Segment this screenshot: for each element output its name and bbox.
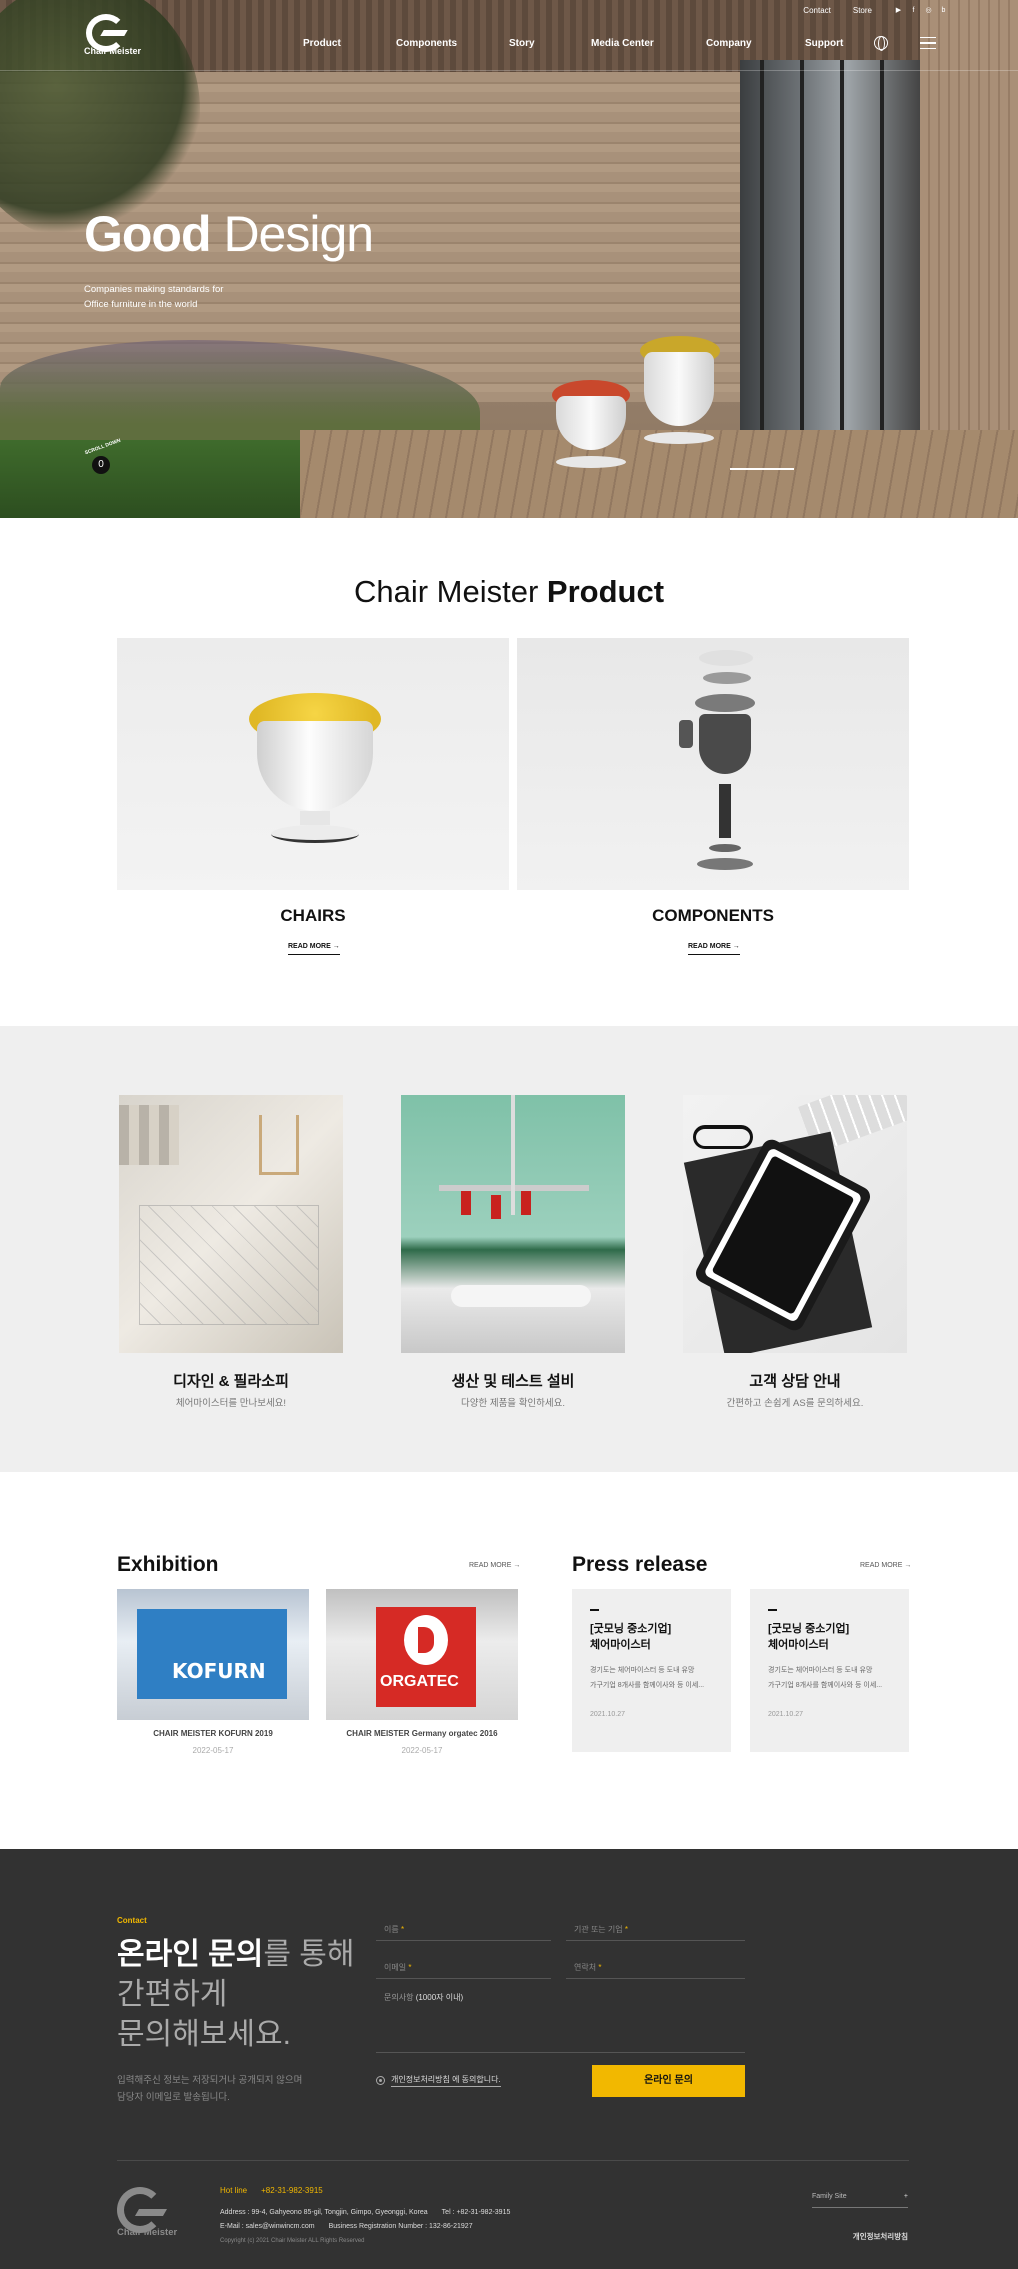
feature-desc-consulting: 간편하고 손쉽게 AS를 문의하세요. [726,1398,864,1409]
menu-item-support[interactable]: Support [805,38,843,49]
product-section-title: Chair Meister Product [0,574,1018,610]
facebook-icon[interactable]: f [909,6,918,15]
feature-title-design: 디자인 & 필라소피 [173,1373,289,1390]
privacy-agree-checkbox[interactable]: 개인정보처리방침 에 동의합니다. [376,2074,501,2087]
press-desc: 경기도는 체어마이스터 등 도내 유망 가구기업 8개사를 함께이사와 등 이세.… [768,1667,883,1689]
press-desc: 경기도는 체어마이스터 등 도내 유망 가구기업 8개사를 함께이사와 등 이세.… [590,1667,705,1689]
components-card-image[interactable] [517,638,909,890]
exhibition-date: 2022-05-17 [192,1746,234,1755]
press-date: 2021.10.27 [590,1711,626,1718]
contact-note: 입력해주신 정보는 저장되거나 공개되지 않으며 담당자 이메일로 발송됩니다. [117,2075,303,2103]
exhibition-caption[interactable]: CHAIR MEISTER KOFURN 2019 [117,1729,309,1738]
top-navigation: Chair Meister Contact Store ▶ f ◎ b Prod… [0,0,1018,70]
hero-glass-door [740,60,920,480]
components-title: COMPONENTS [652,906,774,925]
privacy-policy-link[interactable]: 개인정보처리방침 [800,2231,908,2242]
product-title-light: Chair Meister [353,574,539,609]
menu-item-product[interactable]: Product [303,38,341,49]
instagram-icon[interactable]: ◎ [924,6,933,15]
press-title: [굿모닝 중소기업] 체어마이스터 [768,1623,850,1651]
feature-title-consulting: 고객 상담 안내 [749,1373,841,1390]
design-philosophy-image[interactable] [119,1095,343,1353]
press-card[interactable]: [굿모닝 중소기업] 체어마이스터 경기도는 체어마이스터 등 도내 유망 가구기업… [572,1589,731,1752]
blog-icon[interactable]: b [939,6,948,15]
company-field[interactable]: 기관 또는 기업 * [566,1918,745,1941]
plus-icon: + [903,2193,908,2200]
phone-field[interactable]: 연락처 * [566,1956,745,1979]
hero-title-bold: Good [84,206,212,262]
email-field[interactable]: 이메일 * [376,1956,551,1979]
scroll-down-indicator[interactable]: SCROLL DOWN 0 [84,438,122,478]
site-logo[interactable]: Chair Meister [84,12,144,62]
contact-link[interactable]: Contact [803,6,831,15]
online-inquiry-submit-button[interactable]: 온라인 문의 [592,2065,745,2097]
contact-tag: Contact [117,1916,147,1925]
nav-divider [0,70,1018,71]
kofurn-booth-text: KOFURN [172,1659,266,1683]
footer-logo-mark-icon [117,2187,163,2233]
hero-subtitle: Companies making standards for Office fu… [84,282,244,312]
message-textarea[interactable]: 문의사항 (1000자 이내) [384,1992,463,2003]
footer-address: Address : 99-4, Gahyeono 85-gil, Tongjin… [220,2209,511,2230]
language-globe-icon[interactable] [874,36,888,51]
slider-progress-bar[interactable] [730,468,794,470]
customer-service-image[interactable] [683,1095,907,1353]
footer-divider [117,2160,909,2161]
press-card[interactable]: [굿모닝 중소기업] 체어마이스터 경기도는 체어마이스터 등 도내 유망 가구기업… [750,1589,909,1752]
exhibition-item-image[interactable]: KOFURN [117,1589,309,1720]
hero-stool-yellow [640,336,720,444]
youtube-icon[interactable]: ▶ [894,6,903,15]
agree-label[interactable]: 개인정보처리방침 에 동의합니다. [391,2074,501,2087]
press-dash [768,1609,777,1611]
logo-mark-icon [84,12,126,52]
contact-heading: 온라인 문의를 통해 간편하게 문의해보세요. [117,1938,355,2051]
hamburger-menu-icon[interactable] [920,37,936,49]
orgatec-booth-text: ORGATEC [380,1673,459,1690]
yellow-stool-image [249,693,381,843]
family-site-select[interactable]: Family Site + [812,2193,908,2208]
product-title-bold: Product [546,574,665,609]
menu-item-story[interactable]: Story [509,38,535,49]
hotline: Hot line +82-31-982-3915 [220,2186,323,2195]
exhibition-read-more-link[interactable]: READ MORE → [469,1562,520,1569]
hero-stool-red [552,380,630,468]
chairs-title: CHAIRS [280,906,346,925]
name-field[interactable]: 이름 * [376,1918,551,1941]
hero-subtitle-line2: Office furniture in the world [84,299,198,310]
hero-subtitle-line1: Companies making standards for [84,284,224,295]
footer-copyright: Copyright (c) 2021 Chair Meister ALL Rig… [220,2238,365,2244]
hero-title-light: Design [223,206,374,262]
social-icons: ▶ f ◎ b [894,6,948,15]
production-test-image[interactable] [401,1095,625,1353]
menu-item-components[interactable]: Components [396,38,457,49]
exhibition-item-image[interactable]: ORGATEC [326,1589,518,1720]
press-title: [굿모닝 중소기업] 체어마이스터 [590,1623,672,1651]
message-divider [376,2052,745,2053]
footer-logo[interactable]: Chair Meister [117,2187,197,2243]
menu-item-company[interactable]: Company [706,38,752,49]
press-dash [590,1609,599,1611]
feature-desc-production: 다양한 제품을 확인하세요. [460,1398,566,1409]
hero-title: Good Design [84,205,374,263]
utility-links: Contact Store ▶ f ◎ b [803,6,948,15]
press-heading: Press release [572,1553,708,1576]
chairs-card-image[interactable] [117,638,509,890]
store-link[interactable]: Store [853,6,872,15]
components-read-more-link[interactable]: READ MORE → [688,943,740,955]
radio-icon[interactable] [376,2076,385,2085]
exhibition-heading: Exhibition [117,1553,219,1576]
exhibition-caption[interactable]: CHAIR MEISTER Germany orgatec 2016 [326,1729,518,1738]
press-date: 2021.10.27 [768,1711,804,1718]
exploded-components-image [679,650,765,880]
press-read-more-link[interactable]: READ MORE → [860,1562,911,1569]
feature-title-production: 생산 및 테스트 설비 [451,1373,575,1390]
menu-item-media-center[interactable]: Media Center [591,38,654,49]
chairs-read-more-link[interactable]: READ MORE → [288,943,340,955]
exhibition-date: 2022-05-17 [401,1746,443,1755]
feature-desc-design: 체어마이스터를 만나보세요! [175,1398,287,1409]
hero-banner: Chair Meister Contact Store ▶ f ◎ b Prod… [0,0,1018,518]
slide-number: 0 [92,456,110,474]
